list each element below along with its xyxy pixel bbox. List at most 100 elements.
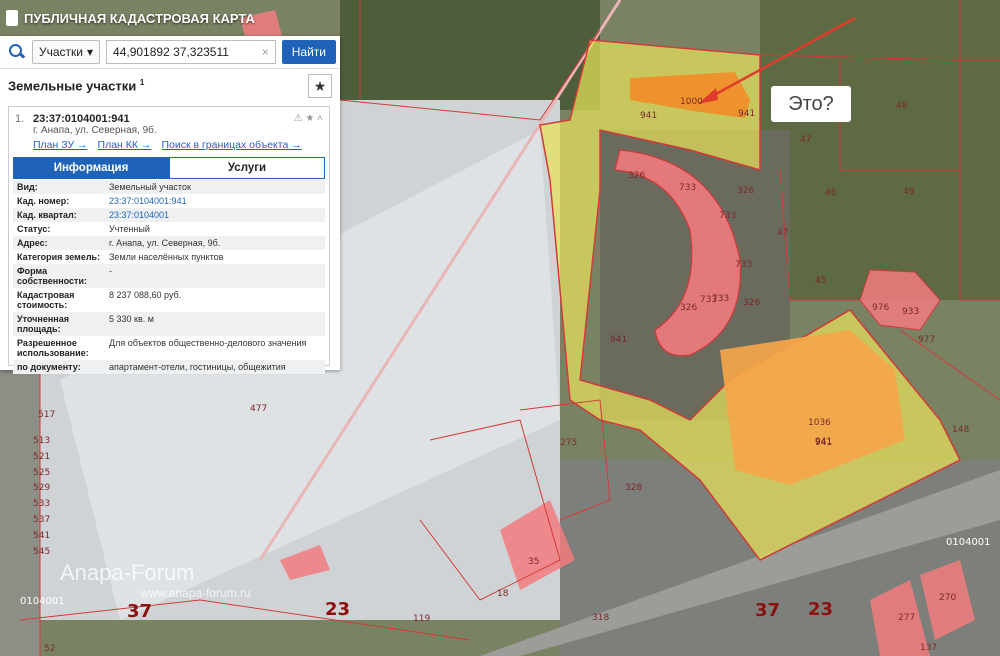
- results-header: Земельные участки 1 ★: [0, 69, 340, 103]
- map-label: 37: [127, 601, 152, 622]
- attribute-value: 5 330 кв. м: [105, 312, 325, 336]
- map-label: 326: [743, 298, 760, 308]
- map-label: 119: [413, 614, 430, 624]
- attribute-row: по документу: апартамент-отели, гостиницы…: [13, 360, 325, 374]
- search-bar: Участки ▾ 44,901892 37,323511 × Найти: [0, 36, 340, 69]
- map-label: 52: [44, 644, 55, 654]
- map-label: 976: [872, 303, 889, 313]
- map-label: 0104001: [20, 596, 65, 607]
- attribute-key: Адрес:: [13, 236, 105, 250]
- map-label: 513: [33, 436, 50, 446]
- app-logo-icon: [6, 10, 18, 26]
- attribute-key: Вид:: [13, 180, 105, 194]
- map-label: 517: [38, 410, 55, 420]
- map-label: 529: [33, 483, 50, 493]
- tab-services[interactable]: Услуги: [169, 157, 325, 179]
- map-label: 318: [592, 613, 609, 623]
- attribute-row: Разрешенное использование: Для объектов о…: [13, 336, 325, 360]
- map-label: 49: [903, 187, 915, 197]
- attribute-value: Земельный участок: [105, 180, 325, 194]
- tab-info[interactable]: Информация: [13, 157, 169, 179]
- attribute-row: Статус: Учтенный: [13, 222, 325, 236]
- map-label: 933: [902, 307, 919, 317]
- results-heading: Земельные участки 1: [8, 78, 145, 94]
- map-label: 18: [497, 589, 509, 599]
- find-button[interactable]: Найти: [281, 40, 336, 64]
- map-label: 521: [33, 452, 50, 462]
- map-label: 47: [800, 135, 811, 145]
- attributes-table: Вид: Земельный участок Кад. номер: 23:37:01…: [13, 180, 325, 374]
- map-label: 326: [628, 171, 645, 181]
- map-label: 1036: [808, 418, 831, 428]
- card-links: План ЗУ → План КК → Поиск в границах объ…: [9, 136, 329, 151]
- attribute-row: Форма собственности: -: [13, 264, 325, 288]
- map-label: 23: [808, 599, 833, 620]
- attribute-row: Вид: Земельный участок: [13, 180, 325, 194]
- search-input-value: 44,901892 37,323511: [113, 45, 229, 59]
- link-search-bounds[interactable]: Поиск в границах объекта →: [161, 139, 301, 151]
- watermark-brand: Anapa-Forum: [60, 560, 195, 585]
- map-label: 275: [560, 438, 577, 448]
- map-label: 941: [610, 335, 627, 345]
- cad-number-title: 23:37:0104001:941: [33, 113, 130, 125]
- map-label: 0104001: [946, 537, 991, 548]
- card-address: г. Анапа, ул. Северная, 9б.: [33, 125, 157, 136]
- attribute-row: Категория земель: Земли населённых пункто…: [13, 250, 325, 264]
- attribute-row: Уточненная площадь: 5 330 кв. м: [13, 312, 325, 336]
- search-type-label: Участки: [39, 45, 83, 59]
- favorite-star-icon[interactable]: ★: [308, 74, 332, 98]
- attribute-key: Кад. номер:: [17, 196, 70, 206]
- map-label: 533: [33, 499, 50, 509]
- parcel-card: 1. 23:37:0104001:941 ⚠ ★ ˄ г. Анапа, ул.…: [8, 106, 330, 374]
- map-label: 733: [712, 294, 729, 304]
- map-label: 148: [952, 425, 969, 435]
- map-label: 47: [777, 228, 788, 238]
- result-index: 1.: [15, 113, 25, 125]
- search-icon[interactable]: [8, 43, 26, 61]
- map-label: 977: [918, 335, 935, 345]
- map-label: 525: [33, 468, 50, 478]
- map-label: 941: [640, 111, 657, 121]
- map-label: 326: [680, 303, 697, 313]
- map-label: 37: [755, 600, 780, 621]
- attribute-row: Кад. квартал: 23:37:0104001: [13, 208, 325, 222]
- watermark-url: www.anapa-forum.ru: [140, 586, 251, 600]
- search-input[interactable]: 44,901892 37,323511 ×: [106, 40, 276, 64]
- map-label: 941: [815, 437, 832, 447]
- map-label: 733: [719, 211, 736, 221]
- map-label: 537: [33, 515, 50, 525]
- link-plan-zu[interactable]: План ЗУ →: [33, 139, 88, 151]
- info-panel: Участки ▾ 44,901892 37,323511 × Найти Зе…: [0, 36, 340, 374]
- attribute-value: апартамент-отели, гостиницы, общежития: [105, 360, 325, 374]
- map-label: 733: [735, 260, 752, 270]
- attribute-key: Кад. квартал:: [13, 208, 105, 222]
- attribute-row: Адрес: г. Анапа, ул. Северная, 9б.: [13, 236, 325, 250]
- attribute-row: Кадастровая стоимость: 8 237 088,60 руб.: [13, 288, 325, 312]
- annotation-callout: Это?: [771, 86, 851, 122]
- attribute-key: Форма собственности:: [13, 264, 105, 288]
- map-label: 48: [896, 101, 908, 111]
- map-label: 941: [738, 109, 755, 119]
- link-plan-kk[interactable]: План КК →: [98, 139, 152, 151]
- app-header: ПУБЛИЧНАЯ КАДАСТРОВАЯ КАРТА: [0, 0, 346, 36]
- map-label: 45: [815, 276, 826, 286]
- map-label: 545: [33, 547, 50, 557]
- attribute-key: Разрешенное использование:: [17, 338, 89, 358]
- attribute-value: -: [105, 264, 325, 288]
- watermark: Anapa-Forum www.anapa-forum.ru: [60, 560, 251, 600]
- search-type-dropdown[interactable]: Участки ▾: [32, 40, 101, 64]
- map-label: 270: [939, 593, 956, 603]
- map-label: 137: [920, 643, 937, 653]
- chevron-down-icon: ▾: [87, 45, 94, 59]
- map-label: 541: [33, 531, 50, 541]
- app-title: ПУБЛИЧНАЯ КАДАСТРОВАЯ КАРТА: [24, 10, 255, 26]
- map-label: 477: [250, 404, 267, 414]
- attribute-value[interactable]: 23:37:0104001:941: [105, 194, 325, 208]
- clear-icon[interactable]: ×: [262, 45, 269, 59]
- attribute-row: Кад. номер: 23:37:0104001:941: [13, 194, 325, 208]
- attribute-key: по документу:: [13, 360, 105, 374]
- card-controls-icon[interactable]: ⚠ ★ ˄: [294, 113, 323, 125]
- attribute-value[interactable]: 23:37:0104001: [105, 208, 325, 222]
- attribute-value: г. Анапа, ул. Северная, 9б.: [105, 236, 325, 250]
- map-label: 23: [325, 599, 350, 620]
